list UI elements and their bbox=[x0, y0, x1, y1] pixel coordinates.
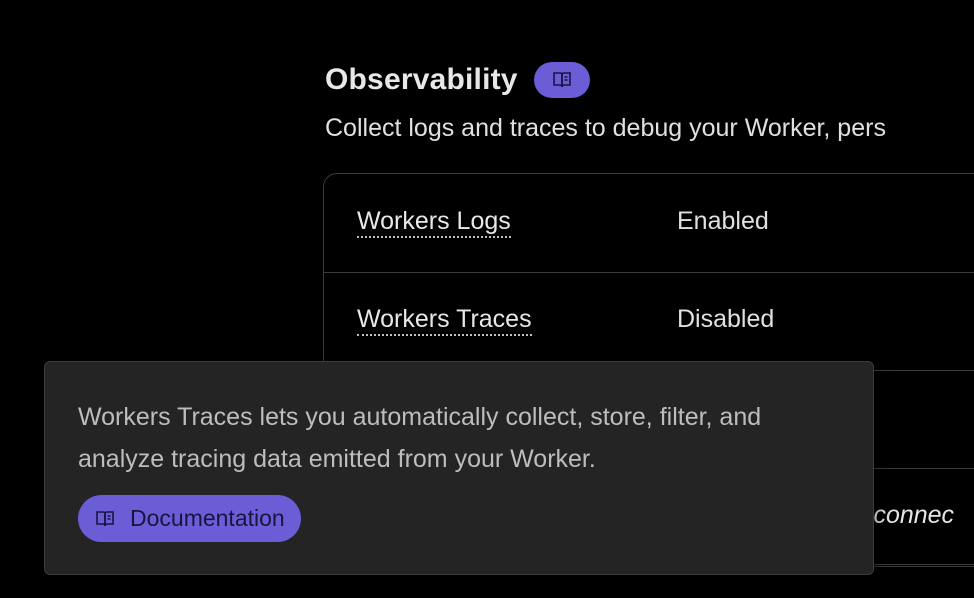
documentation-link-badge[interactable] bbox=[533, 62, 590, 98]
workers-traces-tooltip: Workers Traces lets you automatically co… bbox=[44, 361, 874, 575]
tooltip-text: Workers Traces lets you automatically co… bbox=[78, 403, 762, 473]
settings-row-workers-logs: Workers Logs Enabled bbox=[324, 174, 974, 273]
workers-logs-status: Enabled bbox=[677, 207, 769, 235]
book-icon bbox=[552, 72, 571, 88]
section-title: Observability bbox=[325, 63, 518, 96]
book-icon bbox=[96, 510, 114, 526]
section-description: Collect logs and traces to debug your Wo… bbox=[325, 114, 886, 142]
documentation-button-label: Documentation bbox=[130, 505, 285, 531]
workers-logs-label[interactable]: Workers Logs bbox=[357, 207, 511, 238]
documentation-button[interactable]: Documentation bbox=[78, 495, 301, 542]
workers-traces-label[interactable]: Workers Traces bbox=[357, 305, 532, 336]
page: Observability Collect logs and traces to… bbox=[0, 0, 974, 598]
workers-traces-status: Disabled bbox=[677, 305, 775, 333]
section-header: Observability bbox=[325, 62, 590, 98]
settings-row-workers-traces: Workers Traces Disabled bbox=[324, 272, 974, 371]
